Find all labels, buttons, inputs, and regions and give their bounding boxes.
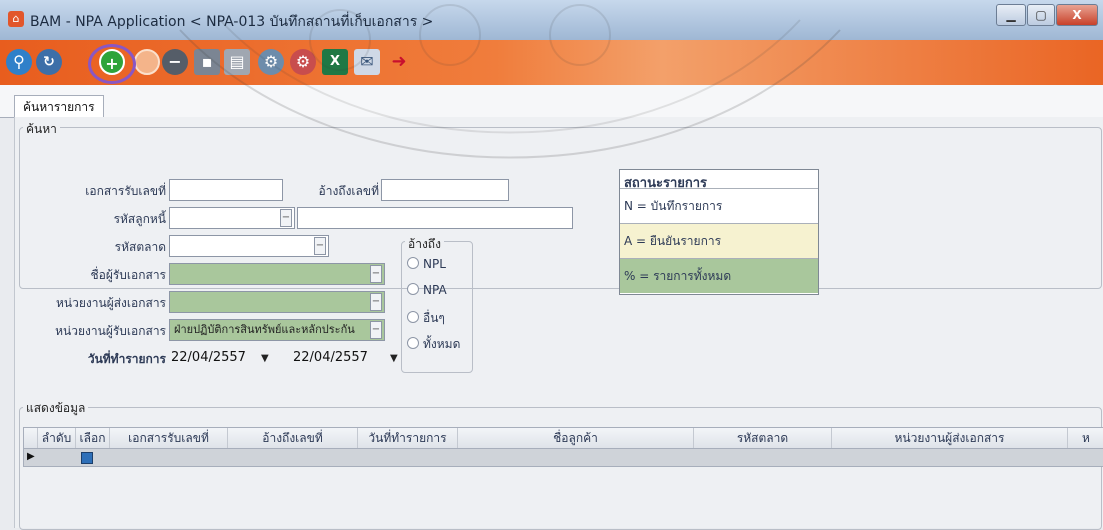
ref-option-other[interactable]: อื่นๆ	[407, 309, 445, 328]
table-row[interactable]: ▶	[23, 449, 1103, 467]
ref-no-input[interactable]	[381, 179, 509, 201]
doc-received-no-label: เอกสารรับเลขที่	[85, 184, 166, 198]
gear-icon[interactable]: ⚙	[258, 49, 284, 75]
data-grid-group-label: แสดงข้อมูล	[23, 399, 89, 418]
doc-received-no-input[interactable]	[169, 179, 283, 201]
row-pointer-icon: ▶	[27, 451, 35, 462]
sender-unit-lookup-button[interactable]: −	[370, 293, 382, 311]
main-panel: ค้นหา เอกสารรับเลขที่ อ้างถึงเลขที่ รหัส…	[14, 117, 1103, 530]
print-icon[interactable]: ▤	[224, 49, 250, 75]
toolbar: ⚲ ↻ + − ▪ ▤ ⚙ ⚙ X ✉ ➜	[0, 40, 1103, 85]
window-title: BAM - NPA Application < NPA-013 บันทึกสถ…	[30, 14, 434, 30]
date-to-picker[interactable]: 22/04/2557	[293, 346, 368, 370]
grid-col-market-code[interactable]: รหัสตลาด	[694, 428, 832, 448]
grid-col-truncated[interactable]: ห	[1068, 428, 1103, 448]
debtor-name-input[interactable]	[297, 207, 573, 229]
close-button[interactable]: X	[1056, 4, 1098, 26]
grid-col-customer-name[interactable]: ชื่อลูกค้า	[458, 428, 694, 448]
status-item-new: N = บันทึกรายการ	[620, 188, 818, 223]
gear-alert-icon[interactable]: ⚙	[290, 49, 316, 75]
recipient-lookup-button[interactable]: −	[370, 265, 382, 283]
radio-icon	[407, 283, 419, 295]
ref-option-all[interactable]: ทั้งหมด	[407, 335, 460, 354]
app-home-icon: ⌂	[8, 11, 24, 27]
ref-option-npl[interactable]: NPL	[407, 257, 446, 271]
market-code-input[interactable]	[169, 235, 329, 257]
grid-col-doc-received-no[interactable]: เอกสารรับเลขที่	[110, 428, 228, 448]
radio-icon	[407, 257, 419, 269]
grid-col-select[interactable]: เลือก	[76, 428, 110, 448]
receiver-unit-input[interactable]: ฝ่ายปฏิบัติการสินทรัพย์และหลักประกัน	[169, 319, 385, 341]
search-group-label: ค้นหา	[23, 120, 60, 139]
radio-icon	[407, 311, 419, 323]
grid-col-sender-unit[interactable]: หน่วยงานผู้ส่งเอกสาร	[832, 428, 1068, 448]
minimize-button[interactable]: ▁	[996, 4, 1026, 26]
delete-icon[interactable]: −	[162, 49, 188, 75]
receiver-unit-lookup-button[interactable]: −	[370, 321, 382, 339]
date-to-dropdown-icon[interactable]: ▼	[390, 353, 398, 364]
mail-icon[interactable]: ✉	[354, 49, 380, 75]
exit-icon[interactable]: ➜	[386, 49, 412, 75]
refresh-icon[interactable]: ↻	[36, 49, 62, 75]
date-label: วันที่ทำรายการ	[87, 352, 166, 366]
debtor-code-label: รหัสลูกหนี้	[113, 212, 166, 226]
date-from-picker[interactable]: 22/04/2557	[171, 346, 246, 370]
excel-icon[interactable]: X	[322, 49, 348, 75]
grid-col-date[interactable]: วันที่ทำรายการ	[358, 428, 458, 448]
tab-strip: ค้นหารายการ	[0, 85, 1103, 119]
date-from-dropdown-icon[interactable]: ▼	[261, 353, 269, 364]
status-item-confirmed: A = ยืนยันรายการ	[620, 223, 818, 258]
ref-option-npa[interactable]: NPA	[407, 283, 447, 297]
radio-icon	[407, 337, 419, 349]
ref-group-label: อ้างถึง	[405, 235, 444, 254]
maximize-button[interactable]: ▢	[1027, 4, 1055, 26]
sender-unit-label: หน่วยงานผู้ส่งเอกสาร	[56, 296, 166, 310]
receiver-unit-label: หน่วยงานผู้รับเอกสาร	[55, 324, 166, 338]
status-legend: สถานะรายการ N = บันทึกรายการ A = ยืนยันร…	[619, 169, 819, 295]
clear-icon[interactable]	[134, 49, 160, 75]
recipient-input[interactable]	[169, 263, 385, 285]
grid-col-marker	[24, 428, 38, 448]
debtor-code-input[interactable]	[169, 207, 295, 229]
save-icon[interactable]: ▪	[194, 49, 220, 75]
data-grid-group	[19, 407, 1102, 530]
add-button-highlight-ring	[88, 44, 136, 84]
grid-col-ref-no[interactable]: อ้างถึงเลขที่	[228, 428, 358, 448]
market-code-label: รหัสตลาด	[114, 240, 166, 254]
recipient-label: ชื่อผู้รับเอกสาร	[90, 268, 166, 282]
tab-search-items[interactable]: ค้นหารายการ	[14, 95, 104, 119]
status-item-all: % = รายการทั้งหมด	[620, 258, 818, 293]
window-titlebar: ⌂ BAM - NPA Application < NPA-013 บันทึก…	[0, 0, 1103, 40]
ref-no-label: อ้างถึงเลขที่	[318, 184, 380, 198]
data-grid-header: ลำดับ เลือก เอกสารรับเลขที่ อ้างถึงเลขที…	[23, 427, 1103, 449]
search-icon[interactable]: ⚲	[6, 49, 32, 75]
row-select-checkbox[interactable]	[81, 452, 93, 464]
debtor-code-lookup-button[interactable]: −	[280, 209, 292, 227]
sender-unit-input[interactable]	[169, 291, 385, 313]
market-code-lookup-button[interactable]: −	[314, 237, 326, 255]
grid-col-seq[interactable]: ลำดับ	[38, 428, 76, 448]
